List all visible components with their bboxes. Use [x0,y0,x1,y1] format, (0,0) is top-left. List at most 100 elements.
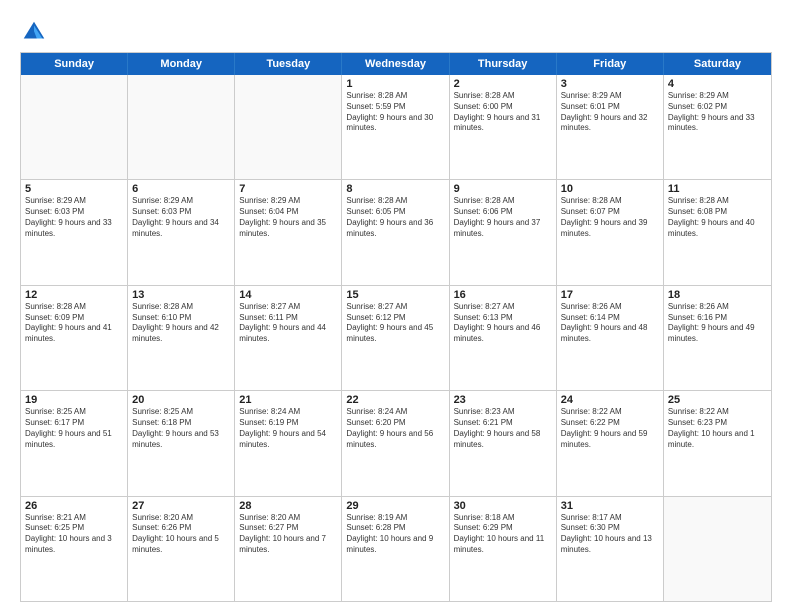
page: SundayMondayTuesdayWednesdayThursdayFrid… [0,0,792,612]
day-number: 10 [561,183,659,195]
calendar-cell: 28Sunrise: 8:20 AM Sunset: 6:27 PM Dayli… [235,497,342,601]
cell-info: Sunrise: 8:28 AM Sunset: 6:05 PM Dayligh… [346,196,444,239]
cell-info: Sunrise: 8:29 AM Sunset: 6:04 PM Dayligh… [239,196,337,239]
day-number: 28 [239,500,337,512]
day-number: 22 [346,394,444,406]
header-day-thursday: Thursday [450,53,557,75]
cell-info: Sunrise: 8:20 AM Sunset: 6:26 PM Dayligh… [132,513,230,556]
header-day-saturday: Saturday [664,53,771,75]
cell-info: Sunrise: 8:28 AM Sunset: 6:08 PM Dayligh… [668,196,767,239]
day-number: 23 [454,394,552,406]
cell-info: Sunrise: 8:18 AM Sunset: 6:29 PM Dayligh… [454,513,552,556]
cell-info: Sunrise: 8:28 AM Sunset: 6:07 PM Dayligh… [561,196,659,239]
calendar-week-1: 1Sunrise: 8:28 AM Sunset: 5:59 PM Daylig… [21,75,771,180]
calendar-cell: 19Sunrise: 8:25 AM Sunset: 6:17 PM Dayli… [21,391,128,495]
calendar-cell: 25Sunrise: 8:22 AM Sunset: 6:23 PM Dayli… [664,391,771,495]
calendar-cell: 31Sunrise: 8:17 AM Sunset: 6:30 PM Dayli… [557,497,664,601]
calendar-cell: 24Sunrise: 8:22 AM Sunset: 6:22 PM Dayli… [557,391,664,495]
cell-info: Sunrise: 8:28 AM Sunset: 6:09 PM Dayligh… [25,302,123,345]
calendar-week-5: 26Sunrise: 8:21 AM Sunset: 6:25 PM Dayli… [21,497,771,601]
day-number: 27 [132,500,230,512]
day-number: 8 [346,183,444,195]
calendar-cell [128,75,235,179]
day-number: 18 [668,289,767,301]
cell-info: Sunrise: 8:29 AM Sunset: 6:03 PM Dayligh… [25,196,123,239]
day-number: 20 [132,394,230,406]
header-day-friday: Friday [557,53,664,75]
cell-info: Sunrise: 8:22 AM Sunset: 6:22 PM Dayligh… [561,407,659,450]
calendar-cell: 21Sunrise: 8:24 AM Sunset: 6:19 PM Dayli… [235,391,342,495]
day-number: 31 [561,500,659,512]
cell-info: Sunrise: 8:25 AM Sunset: 6:18 PM Dayligh… [132,407,230,450]
calendar: SundayMondayTuesdayWednesdayThursdayFrid… [20,52,772,602]
calendar-cell: 18Sunrise: 8:26 AM Sunset: 6:16 PM Dayli… [664,286,771,390]
calendar-cell: 26Sunrise: 8:21 AM Sunset: 6:25 PM Dayli… [21,497,128,601]
calendar-cell: 17Sunrise: 8:26 AM Sunset: 6:14 PM Dayli… [557,286,664,390]
day-number: 6 [132,183,230,195]
calendar-cell: 2Sunrise: 8:28 AM Sunset: 6:00 PM Daylig… [450,75,557,179]
cell-info: Sunrise: 8:26 AM Sunset: 6:16 PM Dayligh… [668,302,767,345]
calendar-cell [664,497,771,601]
calendar-cell: 23Sunrise: 8:23 AM Sunset: 6:21 PM Dayli… [450,391,557,495]
cell-info: Sunrise: 8:26 AM Sunset: 6:14 PM Dayligh… [561,302,659,345]
day-number: 16 [454,289,552,301]
cell-info: Sunrise: 8:22 AM Sunset: 6:23 PM Dayligh… [668,407,767,450]
header-day-wednesday: Wednesday [342,53,449,75]
cell-info: Sunrise: 8:27 AM Sunset: 6:13 PM Dayligh… [454,302,552,345]
day-number: 2 [454,78,552,90]
calendar-cell: 6Sunrise: 8:29 AM Sunset: 6:03 PM Daylig… [128,180,235,284]
day-number: 24 [561,394,659,406]
calendar-cell: 27Sunrise: 8:20 AM Sunset: 6:26 PM Dayli… [128,497,235,601]
day-number: 12 [25,289,123,301]
day-number: 5 [25,183,123,195]
cell-info: Sunrise: 8:28 AM Sunset: 6:00 PM Dayligh… [454,91,552,134]
cell-info: Sunrise: 8:29 AM Sunset: 6:01 PM Dayligh… [561,91,659,134]
cell-info: Sunrise: 8:29 AM Sunset: 6:03 PM Dayligh… [132,196,230,239]
day-number: 3 [561,78,659,90]
day-number: 7 [239,183,337,195]
logo [20,18,52,46]
cell-info: Sunrise: 8:17 AM Sunset: 6:30 PM Dayligh… [561,513,659,556]
day-number: 11 [668,183,767,195]
cell-info: Sunrise: 8:28 AM Sunset: 6:06 PM Dayligh… [454,196,552,239]
cell-info: Sunrise: 8:28 AM Sunset: 5:59 PM Dayligh… [346,91,444,134]
header [20,18,772,46]
header-day-monday: Monday [128,53,235,75]
calendar-cell: 20Sunrise: 8:25 AM Sunset: 6:18 PM Dayli… [128,391,235,495]
calendar-cell: 16Sunrise: 8:27 AM Sunset: 6:13 PM Dayli… [450,286,557,390]
cell-info: Sunrise: 8:24 AM Sunset: 6:20 PM Dayligh… [346,407,444,450]
calendar-cell: 8Sunrise: 8:28 AM Sunset: 6:05 PM Daylig… [342,180,449,284]
day-number: 1 [346,78,444,90]
calendar-cell: 29Sunrise: 8:19 AM Sunset: 6:28 PM Dayli… [342,497,449,601]
day-number: 21 [239,394,337,406]
calendar-cell: 15Sunrise: 8:27 AM Sunset: 6:12 PM Dayli… [342,286,449,390]
calendar-cell: 12Sunrise: 8:28 AM Sunset: 6:09 PM Dayli… [21,286,128,390]
calendar-cell: 4Sunrise: 8:29 AM Sunset: 6:02 PM Daylig… [664,75,771,179]
cell-info: Sunrise: 8:27 AM Sunset: 6:11 PM Dayligh… [239,302,337,345]
cell-info: Sunrise: 8:20 AM Sunset: 6:27 PM Dayligh… [239,513,337,556]
cell-info: Sunrise: 8:28 AM Sunset: 6:10 PM Dayligh… [132,302,230,345]
calendar-week-4: 19Sunrise: 8:25 AM Sunset: 6:17 PM Dayli… [21,391,771,496]
day-number: 25 [668,394,767,406]
calendar-cell: 11Sunrise: 8:28 AM Sunset: 6:08 PM Dayli… [664,180,771,284]
day-number: 17 [561,289,659,301]
day-number: 14 [239,289,337,301]
calendar-cell: 3Sunrise: 8:29 AM Sunset: 6:01 PM Daylig… [557,75,664,179]
calendar-header: SundayMondayTuesdayWednesdayThursdayFrid… [21,53,771,75]
day-number: 30 [454,500,552,512]
day-number: 4 [668,78,767,90]
day-number: 9 [454,183,552,195]
calendar-body: 1Sunrise: 8:28 AM Sunset: 5:59 PM Daylig… [21,75,771,601]
cell-info: Sunrise: 8:29 AM Sunset: 6:02 PM Dayligh… [668,91,767,134]
day-number: 15 [346,289,444,301]
cell-info: Sunrise: 8:23 AM Sunset: 6:21 PM Dayligh… [454,407,552,450]
calendar-cell: 22Sunrise: 8:24 AM Sunset: 6:20 PM Dayli… [342,391,449,495]
calendar-cell: 10Sunrise: 8:28 AM Sunset: 6:07 PM Dayli… [557,180,664,284]
day-number: 19 [25,394,123,406]
calendar-cell [21,75,128,179]
day-number: 13 [132,289,230,301]
cell-info: Sunrise: 8:19 AM Sunset: 6:28 PM Dayligh… [346,513,444,556]
calendar-cell: 14Sunrise: 8:27 AM Sunset: 6:11 PM Dayli… [235,286,342,390]
header-day-sunday: Sunday [21,53,128,75]
calendar-cell: 7Sunrise: 8:29 AM Sunset: 6:04 PM Daylig… [235,180,342,284]
